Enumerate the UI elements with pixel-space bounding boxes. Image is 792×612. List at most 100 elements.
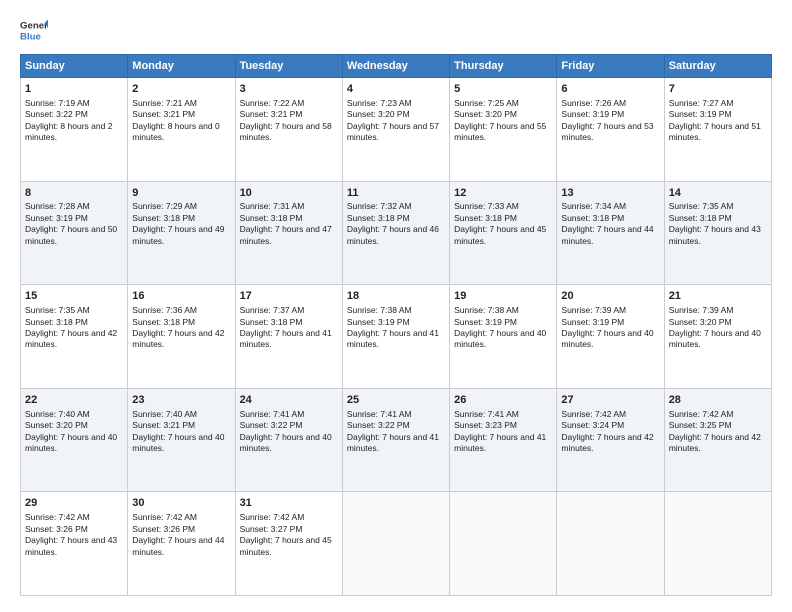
daylight-text: Daylight: 7 hours and 42 minutes. xyxy=(132,328,224,349)
day-number: 31 xyxy=(240,496,338,511)
sunset-text: Sunset: 3:23 PM xyxy=(454,420,517,430)
svg-text:General: General xyxy=(20,20,48,31)
sunrise-text: Sunrise: 7:21 AM xyxy=(132,98,197,108)
daylight-text: Daylight: 7 hours and 46 minutes. xyxy=(347,224,439,245)
daylight-text: Daylight: 7 hours and 40 minutes. xyxy=(561,328,653,349)
calendar-cell: 4Sunrise: 7:23 AMSunset: 3:20 PMDaylight… xyxy=(342,78,449,182)
sunset-text: Sunset: 3:21 PM xyxy=(132,420,195,430)
daylight-text: Daylight: 7 hours and 45 minutes. xyxy=(240,535,332,556)
weekday-header-cell: Tuesday xyxy=(235,55,342,78)
calendar-week-row: 29Sunrise: 7:42 AMSunset: 3:26 PMDayligh… xyxy=(21,492,772,596)
calendar-cell: 3Sunrise: 7:22 AMSunset: 3:21 PMDaylight… xyxy=(235,78,342,182)
sunset-text: Sunset: 3:18 PM xyxy=(240,317,303,327)
sunset-text: Sunset: 3:19 PM xyxy=(25,213,88,223)
daylight-text: Daylight: 7 hours and 47 minutes. xyxy=(240,224,332,245)
calendar-week-row: 8Sunrise: 7:28 AMSunset: 3:19 PMDaylight… xyxy=(21,181,772,285)
day-number: 10 xyxy=(240,186,338,201)
daylight-text: Daylight: 7 hours and 43 minutes. xyxy=(25,535,117,556)
day-number: 14 xyxy=(669,186,767,201)
sunset-text: Sunset: 3:18 PM xyxy=(132,213,195,223)
sunset-text: Sunset: 3:18 PM xyxy=(454,213,517,223)
day-number: 29 xyxy=(25,496,123,511)
day-number: 26 xyxy=(454,393,552,408)
calendar-cell xyxy=(342,492,449,596)
sunrise-text: Sunrise: 7:32 AM xyxy=(347,201,412,211)
daylight-text: Daylight: 7 hours and 42 minutes. xyxy=(561,432,653,453)
sunset-text: Sunset: 3:19 PM xyxy=(669,109,732,119)
daylight-text: Daylight: 7 hours and 50 minutes. xyxy=(25,224,117,245)
sunrise-text: Sunrise: 7:35 AM xyxy=(669,201,734,211)
daylight-text: Daylight: 7 hours and 42 minutes. xyxy=(669,432,761,453)
sunset-text: Sunset: 3:18 PM xyxy=(25,317,88,327)
sunrise-text: Sunrise: 7:33 AM xyxy=(454,201,519,211)
sunrise-text: Sunrise: 7:41 AM xyxy=(240,409,305,419)
daylight-text: Daylight: 8 hours and 2 minutes. xyxy=(25,121,112,142)
day-number: 4 xyxy=(347,82,445,97)
day-number: 12 xyxy=(454,186,552,201)
calendar-cell: 7Sunrise: 7:27 AMSunset: 3:19 PMDaylight… xyxy=(664,78,771,182)
sunrise-text: Sunrise: 7:37 AM xyxy=(240,305,305,315)
sunset-text: Sunset: 3:19 PM xyxy=(454,317,517,327)
sunrise-text: Sunrise: 7:41 AM xyxy=(347,409,412,419)
day-number: 9 xyxy=(132,186,230,201)
calendar-cell: 29Sunrise: 7:42 AMSunset: 3:26 PMDayligh… xyxy=(21,492,128,596)
sunset-text: Sunset: 3:20 PM xyxy=(25,420,88,430)
sunrise-text: Sunrise: 7:42 AM xyxy=(669,409,734,419)
sunrise-text: Sunrise: 7:40 AM xyxy=(132,409,197,419)
calendar-cell: 13Sunrise: 7:34 AMSunset: 3:18 PMDayligh… xyxy=(557,181,664,285)
sunset-text: Sunset: 3:19 PM xyxy=(561,317,624,327)
sunset-text: Sunset: 3:18 PM xyxy=(240,213,303,223)
weekday-header-row: SundayMondayTuesdayWednesdayThursdayFrid… xyxy=(21,55,772,78)
sunset-text: Sunset: 3:21 PM xyxy=(240,109,303,119)
calendar-cell: 6Sunrise: 7:26 AMSunset: 3:19 PMDaylight… xyxy=(557,78,664,182)
calendar-cell: 18Sunrise: 7:38 AMSunset: 3:19 PMDayligh… xyxy=(342,285,449,389)
daylight-text: Daylight: 7 hours and 57 minutes. xyxy=(347,121,439,142)
day-number: 21 xyxy=(669,289,767,304)
calendar-cell: 19Sunrise: 7:38 AMSunset: 3:19 PMDayligh… xyxy=(450,285,557,389)
daylight-text: Daylight: 7 hours and 49 minutes. xyxy=(132,224,224,245)
sunset-text: Sunset: 3:18 PM xyxy=(669,213,732,223)
logo-icon: General Blue xyxy=(20,16,48,44)
day-number: 7 xyxy=(669,82,767,97)
sunset-text: Sunset: 3:20 PM xyxy=(454,109,517,119)
daylight-text: Daylight: 7 hours and 40 minutes. xyxy=(454,328,546,349)
sunset-text: Sunset: 3:21 PM xyxy=(132,109,195,119)
day-number: 22 xyxy=(25,393,123,408)
weekday-header-cell: Friday xyxy=(557,55,664,78)
day-number: 20 xyxy=(561,289,659,304)
day-number: 30 xyxy=(132,496,230,511)
daylight-text: Daylight: 7 hours and 41 minutes. xyxy=(347,328,439,349)
calendar-cell: 22Sunrise: 7:40 AMSunset: 3:20 PMDayligh… xyxy=(21,388,128,492)
header: General Blue xyxy=(20,16,772,44)
daylight-text: Daylight: 7 hours and 44 minutes. xyxy=(132,535,224,556)
sunrise-text: Sunrise: 7:27 AM xyxy=(669,98,734,108)
day-number: 15 xyxy=(25,289,123,304)
day-number: 25 xyxy=(347,393,445,408)
daylight-text: Daylight: 7 hours and 40 minutes. xyxy=(669,328,761,349)
calendar-cell: 14Sunrise: 7:35 AM Sunset: 3:18 PMDayligh… xyxy=(664,181,771,285)
sunrise-text: Sunrise: 7:35 AM xyxy=(25,305,90,315)
sunset-text: Sunset: 3:18 PM xyxy=(561,213,624,223)
calendar-week-row: 22 Sunrise: 7:40 AM Sunset: 3:20 PM Dayligh… xyxy=(21,388,772,492)
calendar-cell: 17Sunrise: 7:37 AMSunset: 3:18 PMDayligh… xyxy=(235,285,342,389)
calendar-cell: 11Sunrise: 7:32 AMSunset: 3:18 PMDayligh… xyxy=(342,181,449,285)
sunrise-text: Sunrise: 7:23 AM xyxy=(347,98,412,108)
sunrise-text: Sunrise: 7:19 AM xyxy=(25,98,90,108)
calendar-cell: 8Sunrise: 7:28 AMSunset: 3:19 PMDaylight… xyxy=(21,181,128,285)
calendar-cell: 15Sunrise: 7:35 AMSunset: 3:18 PMDayligh… xyxy=(21,285,128,389)
calendar-cell: 2Sunrise: 7:21 AMSunset: 3:21 PMDaylight… xyxy=(128,78,235,182)
day-number: 23 xyxy=(132,393,230,408)
sunrise-text: Sunrise: 7:31 AM xyxy=(240,201,305,211)
calendar-cell: 25Sunrise: 7:41 AMSunset: 3:22 PMDayligh… xyxy=(342,388,449,492)
sunset-text: Sunset: 3:27 PM xyxy=(240,524,303,534)
calendar-cell: 1Sunrise: 7:19 AMSunset: 3:22 PMDaylight… xyxy=(21,78,128,182)
calendar-cell: 12Sunrise: 7:33 AMSunset: 3:18 PMDayligh… xyxy=(450,181,557,285)
sunrise-text: Sunrise: 7:38 AM xyxy=(347,305,412,315)
daylight-text: Daylight: 7 hours and 43 minutes. xyxy=(669,224,761,245)
calendar-cell: 27Sunrise: 7:42 AMSunset: 3:24 PMDayligh… xyxy=(557,388,664,492)
page: General Blue SundayMondayTuesdayWednesda… xyxy=(0,0,792,612)
daylight-text: Daylight: 7 hours and 44 minutes. xyxy=(561,224,653,245)
day-number: 8 xyxy=(25,186,123,201)
sunset-text: Sunset: 3:26 PM xyxy=(25,524,88,534)
calendar-cell: 20Sunrise: 7:39 AMSunset: 3:19 PMDayligh… xyxy=(557,285,664,389)
